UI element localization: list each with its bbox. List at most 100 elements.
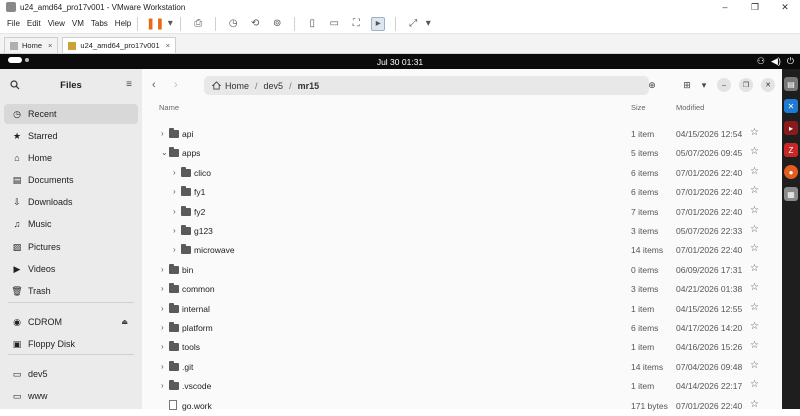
snapshot-icon[interactable]: ◷ xyxy=(226,17,240,31)
tab-vm[interactable]: u24_amd64_pro17v001 × xyxy=(62,37,177,53)
path-bar[interactable]: Home / dev5 / mr15 xyxy=(204,76,649,95)
sidebar-item-trash[interactable]: 🗑 Trash xyxy=(4,281,138,301)
sidebar-item-videos[interactable]: ▶ Videos xyxy=(4,259,138,279)
star-icon[interactable]: ☆ xyxy=(750,321,759,332)
star-icon[interactable]: ☆ xyxy=(750,146,759,157)
path-segment-dev5[interactable]: dev5 xyxy=(264,81,284,91)
sidebar-item-cdrom[interactable]: ◉ CDROM ⏏ xyxy=(4,312,138,332)
table-row[interactable]: › bin 0 items 06/09/2026 17:31 ☆ xyxy=(142,261,782,280)
chevron-right-icon[interactable]: › xyxy=(161,265,164,274)
menu-view[interactable]: View xyxy=(48,19,65,28)
view-grid-icon[interactable]: ⊞ xyxy=(680,78,694,92)
close-button[interactable]: ✕ xyxy=(761,78,775,92)
console-view-icon[interactable]: ▸ xyxy=(371,16,386,31)
sidebar-item-dev5[interactable]: ▭ dev5 xyxy=(4,364,138,384)
firefox-icon[interactable]: ● xyxy=(784,165,798,179)
chevron-down-icon[interactable]: ▾ xyxy=(424,17,432,31)
star-icon[interactable]: ☆ xyxy=(750,282,759,293)
chevron-down-icon[interactable]: ⌄ xyxy=(161,148,168,157)
snapshot-manager-icon[interactable]: ⊚ xyxy=(270,17,284,31)
chevron-right-icon[interactable]: › xyxy=(173,187,176,196)
table-row[interactable]: ⌄ apps 5 items 05/07/2026 09:45 ☆ xyxy=(142,144,782,163)
pause-icon[interactable]: ❚❚ xyxy=(146,17,164,31)
send-keys-icon[interactable]: ⎙ xyxy=(191,17,205,31)
menu-vm[interactable]: VM xyxy=(72,19,84,28)
star-icon[interactable]: ☆ xyxy=(750,302,759,313)
chevron-down-icon[interactable]: ▾ xyxy=(697,78,711,92)
table-row[interactable]: › fy2 7 items 07/01/2026 22:40 ☆ xyxy=(142,203,782,222)
table-row[interactable]: › fy1 6 items 07/01/2026 22:40 ☆ xyxy=(142,183,782,202)
sidebar-item-floppy-disk[interactable]: ▣ Floppy Disk xyxy=(4,334,138,354)
chevron-right-icon[interactable]: › xyxy=(173,207,176,216)
star-icon[interactable]: ☆ xyxy=(750,360,759,371)
column-size[interactable]: Size xyxy=(631,103,646,112)
table-row[interactable]: › tools 1 item 04/16/2026 15:26 ☆ xyxy=(142,338,782,357)
close-window-button[interactable]: ✕ xyxy=(770,0,800,14)
eject-icon[interactable]: ⏏ xyxy=(121,318,128,326)
sidebar-item-downloads[interactable]: ⇩ Downloads xyxy=(4,192,138,212)
chevron-right-icon[interactable]: › xyxy=(173,226,176,235)
hamburger-menu-icon[interactable]: ≡ xyxy=(126,79,132,90)
thumbnail-icon[interactable]: ▭ xyxy=(327,17,341,31)
library-icon[interactable]: ▯ xyxy=(305,17,319,31)
path-segment-mr15[interactable]: mr15 xyxy=(298,81,320,91)
maximize-button[interactable]: ❐ xyxy=(739,78,753,92)
sidebar-item-starred[interactable]: ★ Starred xyxy=(4,126,138,146)
chevron-right-icon[interactable]: › xyxy=(161,284,164,293)
star-icon[interactable]: ☆ xyxy=(750,340,759,351)
close-icon[interactable]: × xyxy=(166,41,170,50)
star-icon[interactable]: ☆ xyxy=(750,399,759,410)
star-icon[interactable]: ☆ xyxy=(750,379,759,390)
column-modified[interactable]: Modified xyxy=(676,103,704,112)
sidebar-item-pictures[interactable]: ▨ Pictures xyxy=(4,237,138,257)
chevron-right-icon[interactable]: › xyxy=(173,168,176,177)
workspace-indicator[interactable] xyxy=(8,57,29,63)
clock[interactable]: Jul 30 01:31 xyxy=(377,57,423,67)
tab-home[interactable]: Home × xyxy=(4,37,59,53)
new-tab-icon[interactable]: ⊕ xyxy=(645,78,659,92)
archive-icon[interactable]: ▦ xyxy=(784,187,798,201)
table-row[interactable]: go.work 171 bytes 07/01/2026 22:40 ☆ xyxy=(142,397,782,416)
table-row[interactable]: › clico 6 items 07/01/2026 22:40 ☆ xyxy=(142,164,782,183)
back-button[interactable]: ‹ xyxy=(152,79,156,91)
minimize-button[interactable]: – xyxy=(717,78,731,92)
chevron-right-icon[interactable]: › xyxy=(161,381,164,390)
minimize-button[interactable]: – xyxy=(710,0,740,14)
forward-button[interactable]: › xyxy=(174,79,178,91)
table-row[interactable]: › common 3 items 04/21/2026 01:38 ☆ xyxy=(142,280,782,299)
sidebar-item-music[interactable]: ♫ Music xyxy=(4,214,138,234)
vscode-icon[interactable]: ✕ xyxy=(784,99,798,113)
star-icon[interactable]: ☆ xyxy=(750,205,759,216)
revert-snapshot-icon[interactable]: ⟲ xyxy=(248,17,262,31)
stretch-icon[interactable]: ⤢ xyxy=(406,17,420,31)
star-icon[interactable]: ☆ xyxy=(750,243,759,254)
sidebar-item-home[interactable]: ⌂ Home xyxy=(4,148,138,168)
chevron-right-icon[interactable]: › xyxy=(161,362,164,371)
star-icon[interactable]: ☆ xyxy=(750,185,759,196)
star-icon[interactable]: ☆ xyxy=(750,166,759,177)
search-icon[interactable] xyxy=(10,80,20,90)
sidebar-item-recent[interactable]: ◷ Recent xyxy=(4,104,138,124)
star-icon[interactable]: ☆ xyxy=(750,263,759,274)
star-icon[interactable]: ☆ xyxy=(750,224,759,235)
menu-help[interactable]: Help xyxy=(115,19,131,28)
files-app-icon[interactable]: ▤ xyxy=(784,77,798,91)
table-row[interactable]: › platform 6 items 04/17/2026 14:20 ☆ xyxy=(142,319,782,338)
close-icon[interactable]: × xyxy=(48,41,52,50)
chevron-right-icon[interactable]: › xyxy=(161,342,164,351)
chevron-down-icon[interactable]: ▾ xyxy=(166,17,174,31)
menu-file[interactable]: File xyxy=(7,19,20,28)
terminal-icon[interactable]: ▸ xyxy=(784,121,798,135)
table-row[interactable]: › internal 1 item 04/15/2026 12:55 ☆ xyxy=(142,300,782,319)
star-icon[interactable]: ☆ xyxy=(750,127,759,138)
table-row[interactable]: › g123 3 items 05/07/2026 22:33 ☆ xyxy=(142,222,782,241)
table-row[interactable]: › microwave 14 items 07/01/2026 22:40 ☆ xyxy=(142,241,782,260)
column-name[interactable]: Name xyxy=(159,103,179,112)
sidebar-item-documents[interactable]: ▤ Documents xyxy=(4,170,138,190)
restore-button[interactable]: ❐ xyxy=(740,0,770,14)
table-row[interactable]: › .git 14 items 07/04/2026 09:48 ☆ xyxy=(142,358,782,377)
sidebar-item-www[interactable]: ▭ www xyxy=(4,386,138,406)
table-row[interactable]: › .vscode 1 item 04/14/2026 22:17 ☆ xyxy=(142,377,782,396)
filezilla-icon[interactable]: Z xyxy=(784,143,798,157)
chevron-right-icon[interactable]: › xyxy=(161,129,164,138)
